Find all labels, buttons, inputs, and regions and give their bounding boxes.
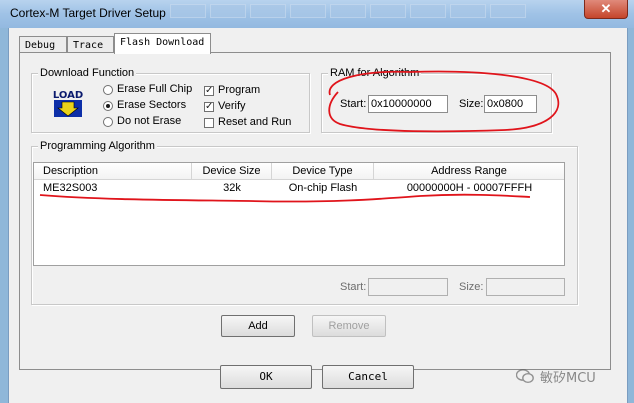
watermark: 敏矽MCU bbox=[515, 366, 596, 386]
close-button[interactable]: ✕ bbox=[584, 0, 628, 19]
column-header-device-type[interactable]: Device Type bbox=[272, 163, 374, 180]
row-device-size: 32k bbox=[223, 182, 241, 194]
add-button[interactable]: Add bbox=[221, 315, 295, 337]
tab-flash-download[interactable]: Flash Download bbox=[114, 33, 211, 54]
erase-sectors-radio[interactable]: Erase Sectors bbox=[103, 99, 186, 112]
algorithm-list[interactable]: Description Device Size Device Type Addr… bbox=[33, 162, 565, 266]
title-bar: Cortex-M Target Driver Setup ✕ bbox=[0, 0, 634, 28]
column-header-address-range[interactable]: Address Range bbox=[374, 163, 564, 180]
svg-text:LOAD: LOAD bbox=[53, 90, 83, 101]
column-header-device-size[interactable]: Device Size bbox=[192, 163, 272, 180]
tab-trace[interactable]: Trace bbox=[67, 36, 114, 53]
ok-button[interactable]: OK bbox=[220, 365, 312, 389]
program-checkbox[interactable]: ✓ Program bbox=[204, 84, 260, 97]
load-icon: LOAD bbox=[52, 88, 84, 118]
ram-size-input[interactable]: 0x0800 bbox=[484, 95, 537, 113]
row-device-type: On-chip Flash bbox=[288, 182, 358, 194]
row-address-range: 00000000H - 00007FFFH bbox=[406, 182, 533, 194]
algo-start-input[interactable] bbox=[368, 278, 448, 296]
reset-and-run-checkbox[interactable]: Reset and Run bbox=[204, 116, 291, 129]
table-row[interactable]: ME32S003 32k On-chip Flash 00000000H - 0… bbox=[34, 180, 564, 197]
wechat-icon bbox=[515, 369, 534, 384]
remove-button[interactable]: Remove bbox=[312, 315, 386, 337]
algo-size-input[interactable] bbox=[486, 278, 565, 296]
column-header-description[interactable]: Description bbox=[34, 163, 192, 180]
do-not-erase-radio[interactable]: Do not Erase bbox=[103, 115, 181, 128]
watermark-text: 敏矽MCU bbox=[540, 370, 596, 386]
erase-full-chip-radio[interactable]: Erase Full Chip bbox=[103, 83, 192, 96]
download-function-title: Download Function bbox=[38, 66, 137, 80]
verify-checkbox[interactable]: ✓ Verify bbox=[204, 100, 246, 113]
programming-algorithm-title: Programming Algorithm bbox=[38, 139, 157, 153]
row-description: ME32S003 bbox=[43, 182, 98, 194]
ram-for-algorithm-title: RAM for Algorithm bbox=[328, 66, 422, 80]
window-title: Cortex-M Target Driver Setup bbox=[10, 6, 166, 20]
ram-start-input[interactable]: 0x10000000 bbox=[368, 95, 448, 113]
ram-start-label: Start: bbox=[340, 98, 367, 110]
background-window-tabs bbox=[170, 4, 526, 20]
algo-size-label: Size: bbox=[459, 281, 484, 293]
algo-start-label: Start: bbox=[340, 281, 367, 293]
ram-size-label: Size: bbox=[459, 98, 484, 110]
tab-debug[interactable]: Debug bbox=[19, 36, 67, 53]
cancel-button[interactable]: Cancel bbox=[322, 365, 414, 389]
